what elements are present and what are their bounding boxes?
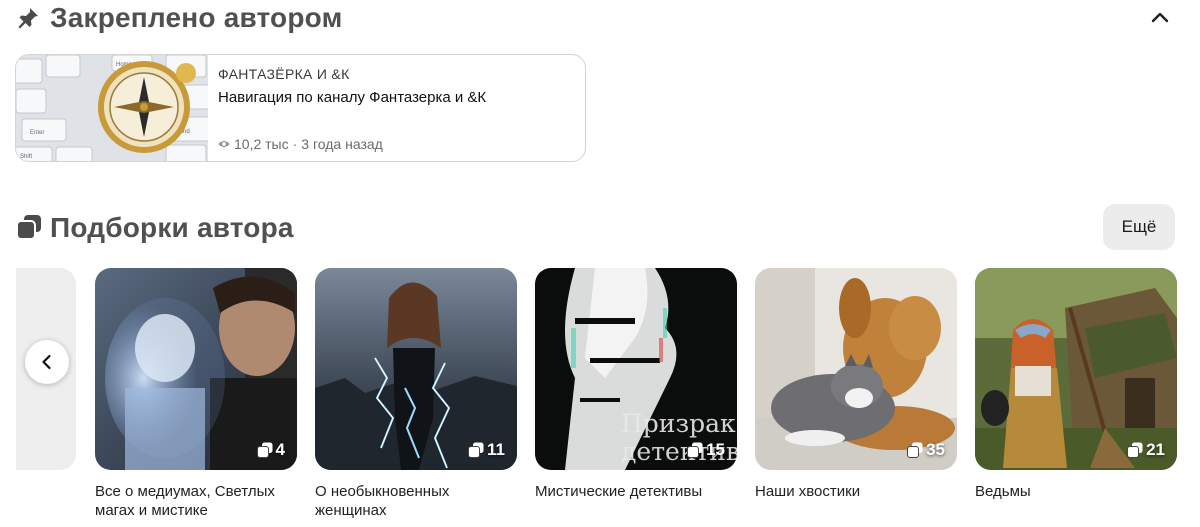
collection-count-badge: 4 (256, 440, 285, 460)
collection-card[interactable]: 4 Все о медиумах, Светлых магах и мистик… (95, 268, 297, 520)
collection-card[interactable]: 11 О необыкновенных женщинах (315, 268, 517, 520)
collection-title[interactable]: Все о медиумах, Светлых магах и мистике (95, 482, 295, 520)
collapse-button[interactable] (1146, 4, 1174, 32)
chevron-up-icon (1151, 12, 1169, 23)
collection-card[interactable]: 21 Ведьмы (975, 268, 1177, 501)
collections-section-header: Подборки автора Ещё (16, 204, 1184, 252)
keyboard-compass-thumbnail[interactable]: Enter Shift Home End (16, 55, 208, 161)
collection-cover[interactable]: 21 (975, 268, 1177, 470)
meta-separator: · (292, 136, 298, 152)
stack-icon (256, 442, 273, 458)
pinned-section-title: Закреплено автором (50, 2, 343, 33)
carousel-prev-button[interactable] (25, 340, 69, 384)
collection-count: 21 (1146, 440, 1165, 459)
stack-icon (468, 442, 484, 458)
stack-icon (687, 442, 703, 458)
svg-text:Shift: Shift (20, 154, 32, 160)
stack-icon (1127, 442, 1143, 458)
collection-cover[interactable]: 35 (755, 268, 957, 470)
collection-cover[interactable]: 4 (95, 268, 297, 470)
pin-icon (18, 8, 38, 29)
chevron-left-icon (42, 354, 51, 370)
view-count: 10,2 тыс (234, 136, 289, 152)
collections-section-title: Подборки автора (50, 212, 294, 243)
collection-title[interactable]: Наши хвостики (755, 482, 955, 501)
collection-cover[interactable]: Призрак детектив 15 (535, 268, 737, 470)
collection-title[interactable]: Ведьмы (975, 482, 1175, 501)
stack-icon (907, 442, 923, 458)
pinned-video-card[interactable]: Enter Shift Home End ФАНТАЗЁРКА И &К Нав… (15, 54, 586, 162)
collection-card[interactable]: 35 Наши хвостики (755, 268, 957, 501)
more-button[interactable]: Ещё (1103, 204, 1175, 250)
collection-count-badge: 11 (468, 440, 505, 460)
svg-text:Enter: Enter (30, 130, 44, 136)
stack-icon (16, 215, 41, 240)
collection-count: 35 (926, 440, 945, 459)
collection-count: 4 (275, 440, 285, 459)
collection-title[interactable]: О необыкновенных женщинах (315, 482, 515, 520)
video-age: 3 года назад (301, 136, 383, 152)
collection-cover[interactable]: 11 (315, 268, 517, 470)
collection-count-badge: 35 (907, 440, 945, 460)
eye-icon (218, 141, 230, 147)
channel-name[interactable]: ФАНТАЗЁРКА И &К (218, 66, 350, 82)
collection-count-badge: 15 (687, 440, 725, 460)
collection-title[interactable]: Мистические детективы (535, 482, 735, 501)
collection-count: 15 (706, 440, 725, 459)
collection-card[interactable]: Призрак детектив 15 Мистические детектив… (535, 268, 737, 501)
collection-count-badge: 21 (1127, 440, 1165, 460)
video-meta: 10,2 тыс · 3 года назад (218, 136, 383, 152)
video-title[interactable]: Навигация по каналу Фантазерка и &К (218, 89, 486, 106)
pinned-section-header: Закреплено автором (16, 0, 1184, 38)
collection-count: 11 (487, 440, 505, 459)
